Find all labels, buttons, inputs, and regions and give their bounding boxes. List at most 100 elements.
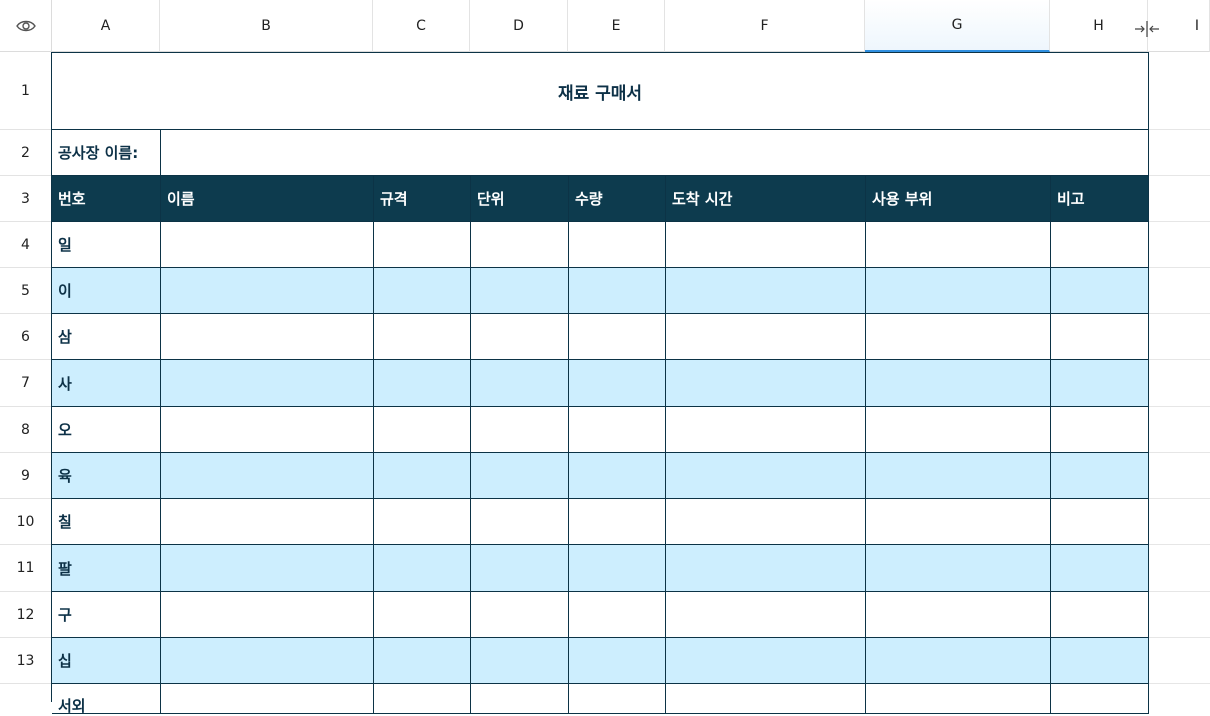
data-cell[interactable] [374,499,471,545]
data-cell[interactable] [666,545,866,592]
column-header-e[interactable]: E [568,0,665,52]
data-cell[interactable] [569,545,666,592]
data-cell[interactable] [471,314,569,360]
data-cell[interactable] [471,453,569,499]
data-cell[interactable] [666,407,866,453]
column-header-g[interactable]: G [865,0,1050,52]
data-cell[interactable] [666,360,866,407]
site-label-cell[interactable]: 공사장 이름: [52,130,161,176]
row-header[interactable]: 9 [0,453,52,499]
data-cell[interactable] [1051,222,1149,268]
title-cell[interactable]: 재료 구매서 [52,53,1149,130]
column-header-d[interactable]: D [470,0,568,52]
header-cell[interactable]: 이름 [161,176,374,222]
row-header[interactable]: 6 [0,314,52,360]
column-header-c[interactable]: C [373,0,470,52]
row-label-cell[interactable]: 십 [52,638,161,684]
header-cell[interactable]: 비고 [1051,176,1149,222]
data-cell[interactable] [374,453,471,499]
data-cell[interactable] [471,499,569,545]
row-header[interactable] [0,684,52,702]
data-cell[interactable] [569,684,666,714]
data-cell[interactable] [666,684,866,714]
data-cell[interactable] [569,314,666,360]
data-cell[interactable] [374,545,471,592]
data-cell[interactable] [1051,268,1149,314]
data-cell[interactable] [161,592,374,638]
row-label-cell[interactable]: 육 [52,453,161,499]
data-cell[interactable] [471,684,569,714]
column-header-b[interactable]: B [160,0,373,52]
data-cell[interactable] [569,268,666,314]
data-cell[interactable] [374,314,471,360]
data-cell[interactable] [1051,314,1149,360]
data-cell[interactable] [569,453,666,499]
data-cell[interactable] [1051,407,1149,453]
data-cell[interactable] [471,407,569,453]
data-cell[interactable] [374,407,471,453]
data-cell[interactable] [569,638,666,684]
data-cell[interactable] [161,638,374,684]
header-cell[interactable]: 사용 부위 [866,176,1051,222]
data-cell[interactable] [374,638,471,684]
row-label-cell[interactable]: 칠 [52,499,161,545]
data-cell[interactable] [161,360,374,407]
data-cell[interactable] [666,314,866,360]
header-cell[interactable]: 번호 [52,176,161,222]
row-header[interactable]: 12 [0,592,52,638]
row-label-cell[interactable]: 서외 [52,684,161,715]
data-cell[interactable] [866,314,1051,360]
header-cell[interactable]: 규격 [374,176,471,222]
data-cell[interactable] [1051,638,1149,684]
data-cell[interactable] [866,222,1051,268]
row-label-cell[interactable]: 구 [52,592,161,638]
data-cell[interactable] [161,545,374,592]
column-header-f[interactable]: F [665,0,865,52]
data-cell[interactable] [471,545,569,592]
row-header[interactable]: 13 [0,638,52,684]
row-label-cell[interactable]: 일 [52,222,161,268]
data-cell[interactable] [569,592,666,638]
data-cell[interactable] [161,453,374,499]
site-name-input-cell[interactable] [161,130,1149,176]
data-cell[interactable] [1051,453,1149,499]
data-cell[interactable] [1051,360,1149,407]
data-cell[interactable] [666,499,866,545]
header-cell[interactable]: 단위 [471,176,569,222]
column-header-a[interactable]: A [52,0,160,52]
row-label-cell[interactable]: 오 [52,407,161,453]
data-cell[interactable] [471,592,569,638]
data-cell[interactable] [374,360,471,407]
column-resize-handle[interactable] [1132,20,1162,38]
data-cell[interactable] [866,545,1051,592]
data-cell[interactable] [1051,499,1149,545]
data-cell[interactable] [471,638,569,684]
data-cell[interactable] [866,638,1051,684]
row-header[interactable]: 8 [0,407,52,453]
data-cell[interactable] [161,684,374,714]
data-cell[interactable] [866,268,1051,314]
row-header[interactable]: 11 [0,545,52,592]
header-cell[interactable]: 수량 [569,176,666,222]
data-cell[interactable] [866,592,1051,638]
data-cell[interactable] [666,638,866,684]
data-cell[interactable] [471,268,569,314]
row-header[interactable]: 10 [0,499,52,545]
data-cell[interactable] [161,499,374,545]
row-header[interactable]: 7 [0,360,52,407]
data-cell[interactable] [161,407,374,453]
row-header[interactable]: 4 [0,222,52,268]
visibility-toggle[interactable] [0,0,52,52]
data-cell[interactable] [866,407,1051,453]
data-cell[interactable] [866,684,1051,714]
data-cell[interactable] [161,222,374,268]
data-cell[interactable] [569,407,666,453]
header-cell[interactable]: 도착 시간 [666,176,866,222]
data-cell[interactable] [569,499,666,545]
data-cell[interactable] [666,268,866,314]
data-cell[interactable] [374,684,471,714]
data-cell[interactable] [1051,684,1149,714]
data-cell[interactable] [666,592,866,638]
data-cell[interactable] [569,222,666,268]
row-header[interactable]: 3 [0,176,52,222]
